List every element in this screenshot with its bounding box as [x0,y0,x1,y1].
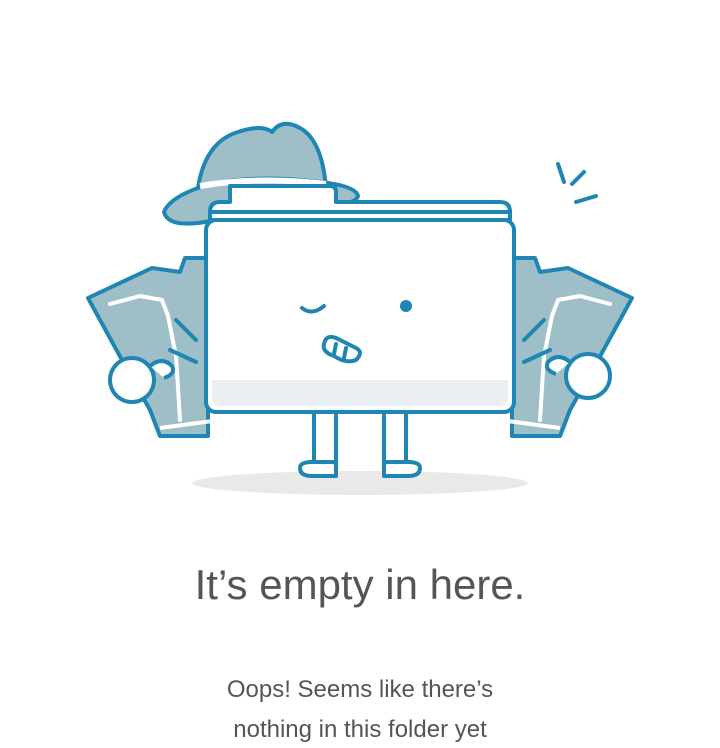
empty-title: It’s empty in here. [194,561,526,608]
empty-message-line-1: Oops! Seems like there’s [226,676,494,703]
coat-right [506,256,634,438]
ground-shadow [192,471,528,495]
folder-body [204,184,516,414]
empty-state: It’s empty in here. Oops! Seems like the… [0,0,720,748]
coat-bottom [159,417,561,435]
sparkle-icon [556,162,598,204]
legs [298,403,422,478]
folder-detective-icon [86,121,634,495]
empty-message-line-2: nothing in this folder yet [233,716,487,743]
coat-left [86,256,214,438]
empty-message: Oops! Seems like there’s nothing in this… [0,670,720,748]
